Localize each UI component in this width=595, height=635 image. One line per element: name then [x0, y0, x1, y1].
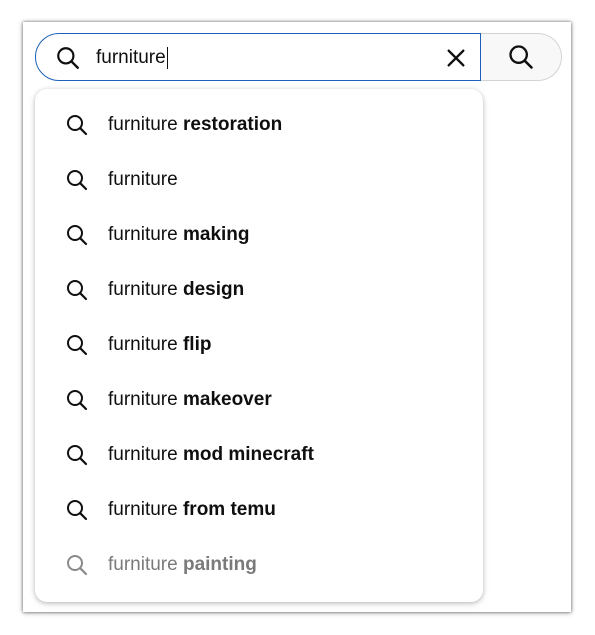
suggestion-label: furniture painting	[108, 553, 257, 577]
search-icon	[67, 390, 88, 411]
search-icon	[67, 115, 88, 136]
suggestion-label: furniture from temu	[108, 498, 276, 522]
suggestion-label: furniture design	[108, 278, 244, 302]
suggestion-prefix: furniture	[108, 224, 178, 245]
suggestion-label: furniture	[108, 168, 178, 192]
suggestion-prefix: furniture	[108, 444, 178, 465]
search-box[interactable]: furniture	[35, 33, 481, 81]
search-icon	[57, 47, 79, 69]
suggestion-label: furniture mod minecraft	[108, 443, 314, 467]
suggestion-label: furniture flip	[108, 333, 211, 357]
suggestion-completion: from temu	[177, 499, 276, 520]
suggestion-prefix: furniture	[108, 114, 178, 135]
suggestion-prefix: furniture	[108, 554, 178, 575]
suggestion-item[interactable]: furniture making	[35, 207, 483, 262]
suggestion-completion: mod minecraft	[177, 444, 314, 465]
suggestion-completion: making	[177, 224, 250, 245]
suggestion-prefix: furniture	[108, 279, 178, 300]
suggestion-completion: makeover	[177, 389, 272, 410]
search-icon	[509, 45, 533, 69]
text-caret	[166, 46, 168, 69]
search-input[interactable]: furniture	[96, 46, 168, 70]
suggestion-item[interactable]: furniture restoration	[35, 97, 483, 152]
suggestion-completion: restoration	[177, 114, 283, 135]
search-icon	[67, 500, 88, 521]
suggestion-completion: design	[177, 279, 245, 300]
suggestion-label: furniture restoration	[108, 113, 282, 137]
suggestion-prefix: furniture	[108, 169, 178, 190]
suggestion-item[interactable]: furniture makeover	[35, 372, 483, 427]
search-icon	[67, 445, 88, 466]
close-icon	[447, 49, 465, 67]
suggestion-label: furniture making	[108, 223, 250, 247]
suggestion-item[interactable]: furniture mod minecraft	[35, 427, 483, 482]
search-icon	[67, 335, 88, 356]
search-icon	[67, 280, 88, 301]
suggestions-dropdown: furniture restoration furniture furnitur…	[35, 89, 483, 602]
suggestion-prefix: furniture	[108, 389, 178, 410]
search-icon	[67, 555, 88, 576]
suggestion-item[interactable]: furniture from temu	[35, 482, 483, 537]
search-query-text: furniture	[96, 47, 166, 68]
clear-search-button[interactable]	[438, 40, 474, 76]
search-icon	[67, 225, 88, 246]
suggestion-prefix: furniture	[108, 499, 178, 520]
suggestion-item[interactable]: furniture painting	[35, 537, 483, 592]
suggestion-item[interactable]: furniture flip	[35, 317, 483, 372]
suggestion-item[interactable]: furniture	[35, 152, 483, 207]
search-icon	[67, 170, 88, 191]
suggestion-completion: flip	[177, 334, 212, 355]
search-button[interactable]	[481, 33, 562, 81]
suggestion-item[interactable]: furniture design	[35, 262, 483, 317]
suggestion-prefix: furniture	[108, 334, 178, 355]
suggestion-completion: painting	[177, 554, 257, 575]
suggestion-label: furniture makeover	[108, 388, 272, 412]
